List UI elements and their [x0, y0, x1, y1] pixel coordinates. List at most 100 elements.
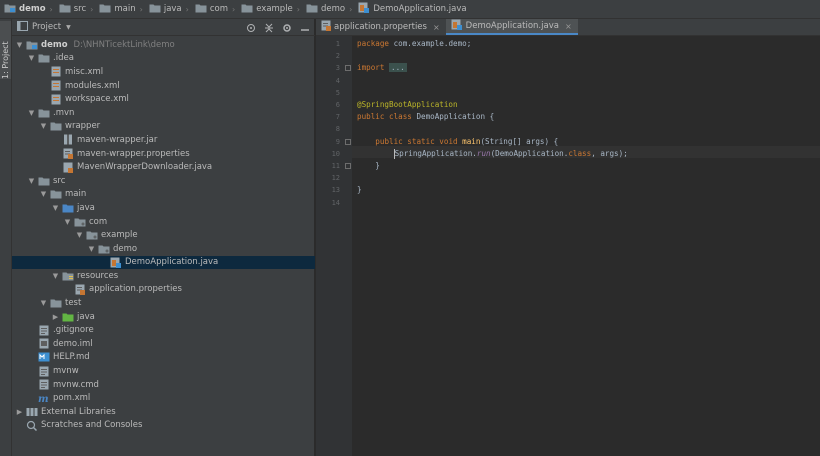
expanded-arrow-icon[interactable]: ▼ — [27, 109, 36, 117]
editor-tab[interactable]: DemoApplication.java × — [445, 19, 578, 35]
expanded-arrow-icon[interactable]: ▼ — [27, 54, 36, 62]
tree-item[interactable]: .gitignore — [12, 323, 315, 337]
hide-panel-icon[interactable] — [298, 21, 311, 34]
expanded-arrow-icon[interactable]: ▼ — [27, 177, 36, 185]
tree-item[interactable]: ▼ .idea — [12, 52, 315, 66]
line-number: 1 — [335, 40, 340, 48]
tree-item-label: com — [89, 216, 108, 227]
tree-item[interactable]: DemoApplication.java — [12, 255, 315, 270]
breadcrumb-item[interactable]: main › — [99, 3, 146, 16]
tree-item-label: .gitignore — [53, 325, 94, 336]
fold-marker-icon[interactable] — [345, 65, 351, 72]
line-number: 11 — [331, 162, 340, 170]
tree-item[interactable]: demo.iml — [12, 337, 315, 351]
breadcrumb-item[interactable]: demo › — [306, 3, 356, 16]
tree-item[interactable]: misc.xml — [12, 65, 315, 79]
collapse-all-icon[interactable] — [262, 21, 275, 34]
tree-item[interactable]: MavenWrapperDownloader.java — [12, 160, 315, 174]
tree-item[interactable]: ▼ demo — [12, 242, 315, 256]
maven-pom-icon: m — [38, 393, 50, 404]
close-tab-icon[interactable]: × — [565, 22, 572, 31]
settings-gear-icon[interactable] — [280, 21, 293, 34]
properties-file-icon — [74, 284, 86, 295]
tree-item[interactable]: Scratches and Consoles — [12, 419, 315, 433]
java-class-icon — [451, 19, 463, 33]
expanded-arrow-icon[interactable]: ▼ — [51, 272, 60, 280]
project-tool-window-tab[interactable]: 1: Project — [0, 21, 11, 79]
tree-item[interactable]: ▼ example — [12, 228, 315, 242]
breadcrumb-label: src — [73, 4, 87, 14]
tree-item[interactable]: modules.xml — [12, 79, 315, 93]
breadcrumb-separator-icon: › — [185, 4, 189, 14]
code-line-11: } — [375, 161, 380, 170]
breadcrumb-label: java — [163, 4, 182, 14]
folder-icon — [99, 3, 111, 16]
expanded-arrow-icon[interactable]: ▼ — [75, 231, 84, 239]
breadcrumb-label: DemoApplication.java — [373, 4, 467, 14]
tree-item[interactable]: maven-wrapper.jar — [12, 133, 315, 147]
package-icon — [86, 230, 98, 241]
folder-icon — [241, 3, 253, 16]
text-file-icon — [38, 379, 50, 390]
tree-item-label: mvnw — [53, 366, 79, 377]
tree-item[interactable]: ▶ External Libraries — [12, 405, 315, 419]
breadcrumb-item[interactable]: com › — [195, 3, 239, 16]
tree-item[interactable]: ▶ java — [12, 310, 315, 324]
collapsed-arrow-icon[interactable]: ▶ — [51, 313, 60, 321]
breadcrumb-item[interactable]: src › — [59, 3, 98, 16]
fold-marker-icon[interactable] — [345, 163, 351, 169]
tree-item[interactable]: ▼ src — [12, 174, 315, 188]
external-libraries-icon — [26, 406, 38, 417]
fold-marker-icon[interactable] — [345, 138, 351, 145]
folder-icon — [50, 189, 62, 200]
tree-item[interactable]: maven-wrapper.properties — [12, 147, 315, 161]
tree-item[interactable]: mvnw.cmd — [12, 378, 315, 392]
editor-tab-label: application.properties — [334, 22, 427, 32]
tree-item[interactable]: ▼ com — [12, 215, 315, 229]
project-panel: Project ▼ ▼ demo D:\NHNTicektLink\demo ▼ .id… — [12, 19, 315, 456]
project-panel-toolbar — [239, 21, 311, 34]
code-line-6: @SpringBootApplication — [357, 100, 458, 109]
expanded-arrow-icon[interactable]: ▼ — [51, 204, 60, 212]
view-dropdown-icon[interactable]: ▼ — [66, 24, 71, 31]
line-number: 5 — [335, 88, 340, 97]
breadcrumb-separator-icon: › — [139, 4, 143, 14]
breadcrumb-label: demo — [321, 4, 346, 14]
xml-file-icon — [50, 80, 62, 91]
breadcrumb-item[interactable]: demo › — [4, 3, 57, 16]
tree-item[interactable]: HELP.md — [12, 351, 315, 365]
tree-item[interactable]: ▼ test — [12, 296, 315, 310]
expanded-arrow-icon[interactable]: ▼ — [39, 299, 48, 307]
tree-item[interactable]: workspace.xml — [12, 92, 315, 106]
tree-item[interactable]: application.properties — [12, 283, 315, 297]
folded-imports[interactable]: ... — [389, 63, 407, 73]
expanded-arrow-icon[interactable]: ▼ — [39, 122, 48, 130]
tree-item[interactable]: ▼ .mvn — [12, 106, 315, 120]
tree-item[interactable]: mvnw — [12, 364, 315, 378]
breadcrumb-item[interactable]: DemoApplication.java — [358, 2, 467, 16]
expanded-arrow-icon[interactable]: ▼ — [87, 245, 96, 253]
navigation-breadcrumb-bar: demo › src › main › java › com › example › demo › Demo… — [0, 0, 820, 19]
tree-item[interactable]: m pom.xml — [12, 391, 315, 405]
collapsed-arrow-icon[interactable]: ▶ — [15, 408, 24, 416]
tree-item-label: Scratches and Consoles — [41, 420, 143, 431]
tree-item-label: demo.iml — [53, 338, 93, 349]
tree-item[interactable]: ▼ resources — [12, 269, 315, 283]
tree-item-label: java — [77, 202, 95, 213]
breadcrumb-item[interactable]: example › — [241, 3, 304, 16]
editor-tab[interactable]: application.properties × — [316, 19, 446, 35]
tree-item[interactable]: ▼ main — [12, 188, 315, 202]
locate-file-icon[interactable] — [244, 21, 257, 34]
expanded-arrow-icon[interactable]: ▼ — [39, 190, 48, 198]
expanded-arrow-icon[interactable]: ▼ — [63, 218, 72, 226]
tree-item[interactable]: ▼ java — [12, 201, 315, 215]
module-folder-icon — [4, 3, 16, 16]
tree-item[interactable]: ▼ demo D:\NHNTicektLink\demo — [12, 38, 315, 52]
code-view[interactable]: package com.example.demo; import ... @Sp… — [352, 36, 820, 456]
breadcrumb-item[interactable]: java › — [149, 3, 193, 16]
expanded-arrow-icon[interactable]: ▼ — [15, 41, 24, 49]
tree-item[interactable]: ▼ wrapper — [12, 120, 315, 134]
folder-icon — [306, 3, 318, 16]
close-tab-icon[interactable]: × — [433, 23, 440, 32]
tree-item-label: demo — [113, 243, 138, 254]
